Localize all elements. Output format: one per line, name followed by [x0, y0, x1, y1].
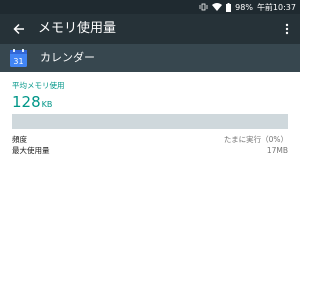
more-vert-icon — [285, 23, 289, 35]
app-bar: メモリ使用量 — [0, 14, 300, 44]
back-button[interactable] — [10, 20, 28, 38]
battery-icon — [226, 2, 232, 12]
detail-row-frequency: 頻度 たまに実行（0%） — [12, 134, 288, 145]
clock: 午前10:37 — [256, 2, 296, 12]
average-memory-number: 128 — [12, 93, 41, 111]
back-arrow-icon — [13, 23, 24, 35]
average-memory-value: 128 KB — [12, 93, 52, 114]
app-header: 31 カレンダー — [0, 44, 300, 72]
wifi-icon — [212, 3, 223, 11]
detail-row-max-usage: 最大使用量 17MB — [12, 145, 288, 156]
calendar-icon-date: 31 — [13, 57, 23, 66]
app-name: カレンダー — [40, 51, 95, 64]
vibrate-icon — [199, 3, 208, 11]
status-bar: 98% 午前10:37 — [0, 0, 300, 14]
calendar-app-icon: 31 — [10, 49, 27, 67]
max-usage-label: 最大使用量 — [12, 146, 50, 155]
memory-usage-bar — [12, 114, 288, 129]
frequency-value: たまに実行（0%） — [223, 135, 288, 144]
max-usage-value: 17MB — [266, 146, 288, 155]
battery-percent: 98% — [235, 2, 253, 12]
frequency-label: 頻度 — [12, 135, 27, 144]
average-memory-label: 平均メモリ使用 — [12, 81, 65, 90]
more-options-button[interactable] — [280, 20, 294, 38]
average-memory-unit: KB — [41, 100, 53, 109]
page-title: メモリ使用量 — [38, 21, 117, 36]
